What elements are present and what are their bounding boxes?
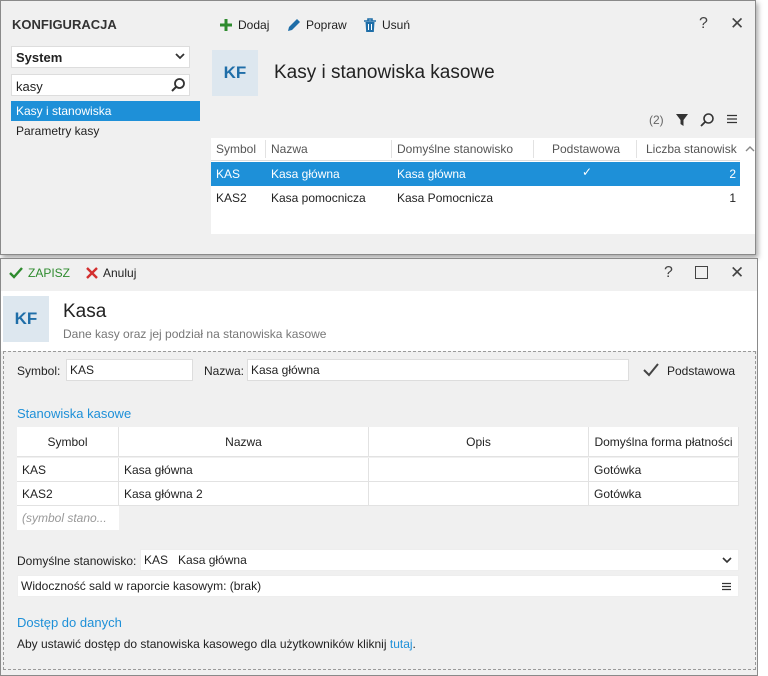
name-label: Nazwa:	[204, 364, 245, 378]
sidebar-item-parametry-kasy[interactable]: Parametry kasy	[11, 121, 200, 141]
primary-label: Podstawowa	[667, 364, 736, 378]
page-title: Kasy i stanowiska kasowe	[274, 62, 495, 83]
add-button[interactable]: Dodaj	[219, 15, 269, 35]
column-header-liczba[interactable]: Liczba stanowisk	[646, 142, 737, 156]
cell-opis[interactable]	[369, 482, 589, 506]
table-row[interactable]: KAS2 Kasa pomocnicza Kasa Pomocnicza 1	[211, 186, 740, 210]
table-row[interactable]: KAS Kasa główna Kasa główna ✓ 2	[211, 162, 740, 186]
chevron-down-icon	[722, 557, 732, 564]
maximize-button[interactable]	[695, 266, 708, 279]
cell-symbol[interactable]: KAS	[17, 458, 119, 482]
column-separator	[636, 140, 637, 158]
symbol-label: Symbol:	[17, 364, 61, 378]
cell-opis[interactable]	[369, 458, 589, 482]
cash-registers-grid: Symbol Nazwa Domyślne stanowisko Podstaw…	[211, 138, 755, 234]
default-station-select[interactable]: KAS Kasa główna	[140, 549, 739, 571]
delete-button[interactable]: Usuń	[363, 15, 410, 35]
menu-icon[interactable]	[722, 582, 731, 591]
edit-button[interactable]: Popraw	[286, 15, 347, 35]
search-icon[interactable]	[170, 77, 186, 93]
cell-nazwa[interactable]: Kasa główna	[119, 458, 369, 482]
header-divider	[211, 160, 740, 161]
add-button-label: Dodaj	[238, 18, 270, 32]
form-header	[1, 291, 757, 351]
plus-icon	[219, 18, 233, 32]
cell-nazwa[interactable]: Kasa główna 2	[119, 482, 369, 506]
close-button[interactable]: ✕	[730, 14, 744, 34]
new-row-placeholder[interactable]: (symbol stano...	[17, 506, 119, 530]
record-count: (2)	[649, 113, 664, 127]
module-badge: KF	[3, 296, 49, 342]
configuration-window: KONFIGURACJA System kasy Kasy i stanowis…	[0, 0, 756, 255]
column-separator	[265, 140, 266, 158]
cell-symbol: KAS	[216, 167, 241, 181]
cancel-button-label: Anuluj	[103, 266, 137, 280]
trash-icon	[363, 17, 377, 33]
save-button[interactable]: ZAPISZ	[9, 263, 70, 283]
cell-forma-platnosci[interactable]: Gotówka	[589, 482, 739, 506]
form-subtitle: Dane kasy oraz jej podział na stanowiska…	[63, 327, 327, 341]
search-grid-icon[interactable]	[699, 112, 715, 128]
cell-nazwa: Kasa pomocnicza	[271, 191, 366, 205]
help-button[interactable]: ?	[699, 15, 708, 33]
balance-visibility-field[interactable]: Widoczność sald w raporcie kasowym: (bra…	[17, 575, 739, 597]
search-value: kasy	[16, 79, 43, 94]
sidebar-item-kasy-i-stanowiska[interactable]: Kasy i stanowiska	[11, 101, 200, 121]
cross-icon	[86, 267, 98, 279]
filter-icon[interactable]	[675, 113, 689, 127]
balance-visibility-label: Widoczność sald w raporcie kasowym: (bra…	[21, 579, 262, 593]
pencil-icon	[286, 18, 301, 33]
access-suffix: .	[412, 637, 416, 651]
column-header-opis[interactable]: Opis	[369, 427, 589, 457]
cell-forma-platnosci[interactable]: Gotówka	[589, 458, 739, 482]
stations-section-title: Stanowiska kasowe	[17, 406, 132, 421]
default-station-symbol: KAS	[144, 553, 169, 567]
menu-icon[interactable]	[727, 114, 737, 124]
default-station-label: Domyślne stanowisko:	[17, 554, 137, 568]
column-header-nazwa[interactable]: Nazwa	[119, 427, 369, 457]
access-text: Aby ustawić dostęp do stanowiska kasoweg…	[17, 637, 416, 651]
column-header-podstawowa[interactable]: Podstawowa	[552, 142, 620, 156]
chevron-up-icon[interactable]	[745, 145, 755, 152]
primary-checkbox[interactable]	[643, 363, 659, 377]
default-station-name: Kasa główna	[178, 553, 247, 567]
cell-nazwa: Kasa główna	[271, 167, 340, 181]
access-description: Aby ustawić dostęp do stanowiska kasoweg…	[17, 637, 390, 651]
column-header-symbol[interactable]: Symbol	[17, 427, 119, 457]
delete-button-label: Usuń	[382, 18, 411, 32]
chevron-down-icon	[175, 53, 185, 60]
checkmark-icon	[9, 267, 23, 279]
cell-symbol[interactable]: KAS2	[17, 482, 119, 506]
module-badge: KF	[212, 50, 258, 96]
cell-symbol: KAS2	[216, 191, 247, 205]
column-header-symbol[interactable]: Symbol	[216, 142, 256, 156]
cell-domyslne: Kasa Pomocnicza	[397, 191, 494, 205]
access-section-title: Dostęp do danych	[17, 615, 122, 630]
sidebar: KONFIGURACJA System kasy Kasy i stanowis…	[1, 1, 201, 254]
form-title: Kasa	[63, 301, 107, 322]
search-input[interactable]: kasy	[11, 74, 190, 96]
close-button[interactable]: ✕	[730, 263, 744, 283]
symbol-field[interactable]: KAS	[66, 359, 193, 381]
column-header-nazwa[interactable]: Nazwa	[271, 142, 308, 156]
system-select-value: System	[16, 50, 63, 65]
edit-button-label: Popraw	[306, 18, 347, 32]
cancel-button[interactable]: Anuluj	[86, 263, 136, 283]
help-button[interactable]: ?	[664, 264, 673, 282]
column-separator	[391, 140, 392, 158]
cell-domyslne: Kasa główna	[397, 167, 466, 181]
column-header-forma-platnosci[interactable]: Domyślna forma płatności	[589, 427, 739, 457]
save-button-label: ZAPISZ	[28, 266, 71, 280]
column-header-domyslne[interactable]: Domyślne stanowisko	[397, 142, 513, 156]
checkmark-icon: ✓	[582, 165, 593, 179]
cell-liczba: 2	[729, 167, 736, 181]
sidebar-title: KONFIGURACJA	[12, 17, 117, 32]
cell-liczba: 1	[729, 191, 736, 205]
name-field[interactable]: Kasa główna	[247, 359, 629, 381]
system-select[interactable]: System	[11, 46, 190, 68]
access-link[interactable]: tutaj	[390, 637, 413, 651]
column-separator	[533, 140, 534, 158]
